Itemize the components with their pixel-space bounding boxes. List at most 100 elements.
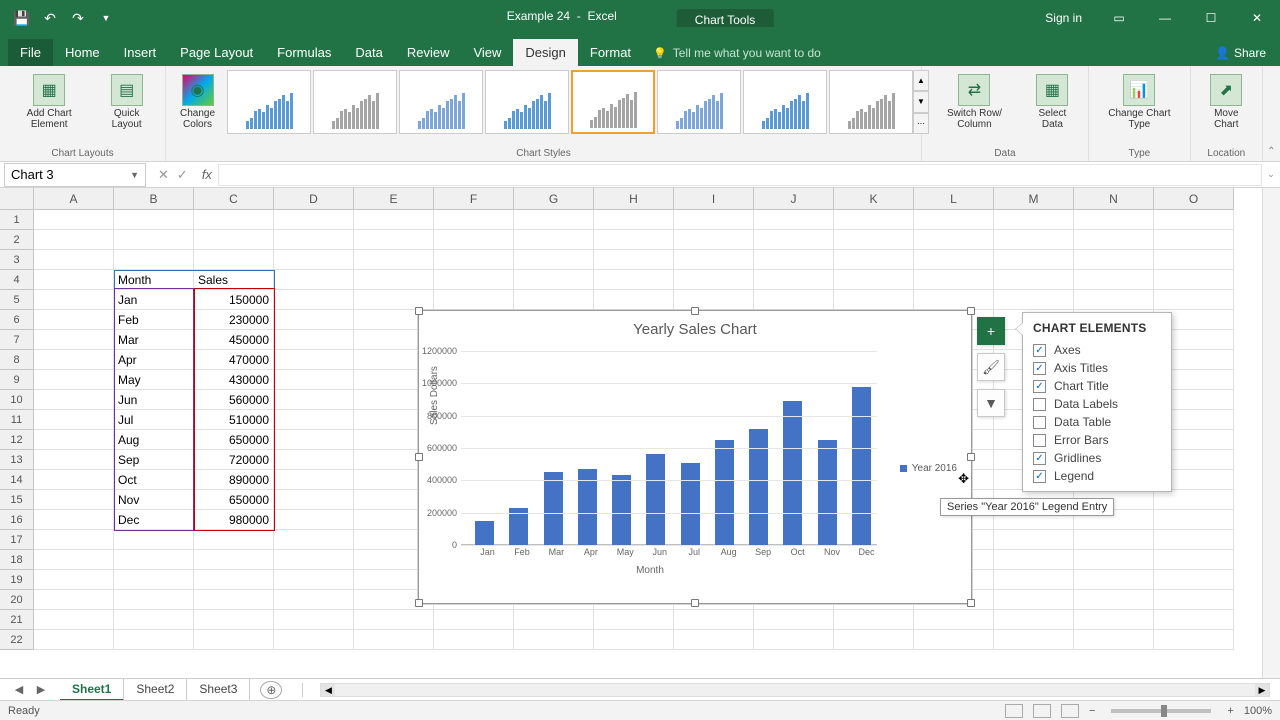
- row-header[interactable]: 2: [0, 230, 34, 250]
- cell[interactable]: [34, 410, 114, 430]
- column-header[interactable]: I: [674, 188, 754, 210]
- cell[interactable]: [434, 290, 514, 310]
- chart-styles-gallery[interactable]: ▲▼⋯: [227, 70, 913, 134]
- column-header[interactable]: L: [914, 188, 994, 210]
- gallery-scroll-icon[interactable]: ▼: [913, 91, 929, 112]
- zoom-slider[interactable]: [1111, 709, 1211, 713]
- chart-element-option[interactable]: ✓Legend: [1033, 467, 1161, 485]
- cell[interactable]: [994, 530, 1074, 550]
- cell[interactable]: [354, 610, 434, 630]
- cell[interactable]: [34, 370, 114, 390]
- checkbox-icon[interactable]: [1033, 416, 1046, 429]
- row-header[interactable]: 6: [0, 310, 34, 330]
- cell[interactable]: [674, 290, 754, 310]
- cell[interactable]: [914, 610, 994, 630]
- column-header[interactable]: E: [354, 188, 434, 210]
- checkbox-icon[interactable]: [1033, 434, 1046, 447]
- checkbox-icon[interactable]: ✓: [1033, 362, 1046, 375]
- tab-data[interactable]: Data: [343, 39, 394, 66]
- cell[interactable]: 230000: [194, 310, 274, 330]
- chart-style-thumb[interactable]: [571, 70, 655, 134]
- cell[interactable]: [994, 210, 1074, 230]
- cell[interactable]: 980000: [194, 510, 274, 530]
- cell[interactable]: [274, 590, 354, 610]
- sheet-tab[interactable]: Sheet2: [124, 679, 187, 701]
- cell[interactable]: [754, 630, 834, 650]
- resize-handle[interactable]: [415, 307, 423, 315]
- formula-input[interactable]: [218, 164, 1262, 186]
- cell[interactable]: [34, 390, 114, 410]
- sheet-tab[interactable]: Sheet1: [60, 679, 124, 701]
- cell[interactable]: [34, 470, 114, 490]
- cell[interactable]: [274, 470, 354, 490]
- column-header[interactable]: A: [34, 188, 114, 210]
- namebox-dropdown-icon[interactable]: ▼: [130, 170, 139, 180]
- row-header[interactable]: 21: [0, 610, 34, 630]
- scroll-left-icon[interactable]: ◀: [321, 684, 335, 696]
- chart-legend[interactable]: Year 2016: [900, 463, 957, 474]
- cell[interactable]: [274, 210, 354, 230]
- cell[interactable]: [834, 270, 914, 290]
- bar[interactable]: [612, 475, 631, 545]
- column-header[interactable]: K: [834, 188, 914, 210]
- cell[interactable]: [1074, 270, 1154, 290]
- cell[interactable]: [34, 490, 114, 510]
- row-header[interactable]: 12: [0, 430, 34, 450]
- cell[interactable]: [914, 290, 994, 310]
- cell[interactable]: [194, 590, 274, 610]
- cell[interactable]: [1154, 290, 1234, 310]
- cell[interactable]: [194, 570, 274, 590]
- chart-title[interactable]: Yearly Sales Chart: [419, 311, 971, 342]
- resize-handle[interactable]: [967, 307, 975, 315]
- cell[interactable]: [1074, 530, 1154, 550]
- cell[interactable]: 430000: [194, 370, 274, 390]
- vertical-scrollbar[interactable]: [1262, 188, 1280, 678]
- add-sheet-button[interactable]: ⊕: [260, 681, 282, 699]
- cell[interactable]: [34, 430, 114, 450]
- chart-element-option[interactable]: ✓Axes: [1033, 341, 1161, 359]
- cell[interactable]: [1154, 490, 1234, 510]
- signin-link[interactable]: Sign in: [1031, 11, 1096, 25]
- cell[interactable]: [274, 270, 354, 290]
- cell[interactable]: 650000: [194, 490, 274, 510]
- cell[interactable]: [434, 210, 514, 230]
- save-icon[interactable]: 💾: [12, 8, 32, 28]
- cell[interactable]: [1154, 250, 1234, 270]
- tell-me-search[interactable]: Tell me what you want to do: [643, 40, 1201, 66]
- cell[interactable]: [34, 350, 114, 370]
- tab-review[interactable]: Review: [395, 39, 462, 66]
- cell[interactable]: [34, 510, 114, 530]
- column-header[interactable]: H: [594, 188, 674, 210]
- row-header[interactable]: 17: [0, 530, 34, 550]
- cell[interactable]: [514, 210, 594, 230]
- cell[interactable]: [594, 210, 674, 230]
- cell[interactable]: [114, 630, 194, 650]
- quick-layout-button[interactable]: ▤Quick Layout: [96, 70, 157, 134]
- cell[interactable]: [994, 590, 1074, 610]
- cell[interactable]: [994, 630, 1074, 650]
- bar[interactable]: [544, 472, 563, 545]
- resize-handle[interactable]: [415, 453, 423, 461]
- cell[interactable]: [514, 610, 594, 630]
- cell[interactable]: [274, 290, 354, 310]
- row-header[interactable]: 1: [0, 210, 34, 230]
- tab-page-layout[interactable]: Page Layout: [168, 39, 265, 66]
- cell[interactable]: [594, 610, 674, 630]
- cell[interactable]: [1074, 590, 1154, 610]
- cell[interactable]: [274, 510, 354, 530]
- cell[interactable]: [274, 370, 354, 390]
- cell[interactable]: 470000: [194, 350, 274, 370]
- cell[interactable]: [34, 230, 114, 250]
- tab-insert[interactable]: Insert: [112, 39, 169, 66]
- cell[interactable]: [1154, 630, 1234, 650]
- cell[interactable]: [674, 270, 754, 290]
- cell[interactable]: [34, 210, 114, 230]
- resize-handle[interactable]: [691, 307, 699, 315]
- cell[interactable]: [354, 630, 434, 650]
- cell[interactable]: Aug: [114, 430, 194, 450]
- column-header[interactable]: G: [514, 188, 594, 210]
- select-data-button[interactable]: ▦Select Data: [1025, 70, 1080, 134]
- cell[interactable]: Jun: [114, 390, 194, 410]
- cell[interactable]: [1154, 610, 1234, 630]
- row-header[interactable]: 22: [0, 630, 34, 650]
